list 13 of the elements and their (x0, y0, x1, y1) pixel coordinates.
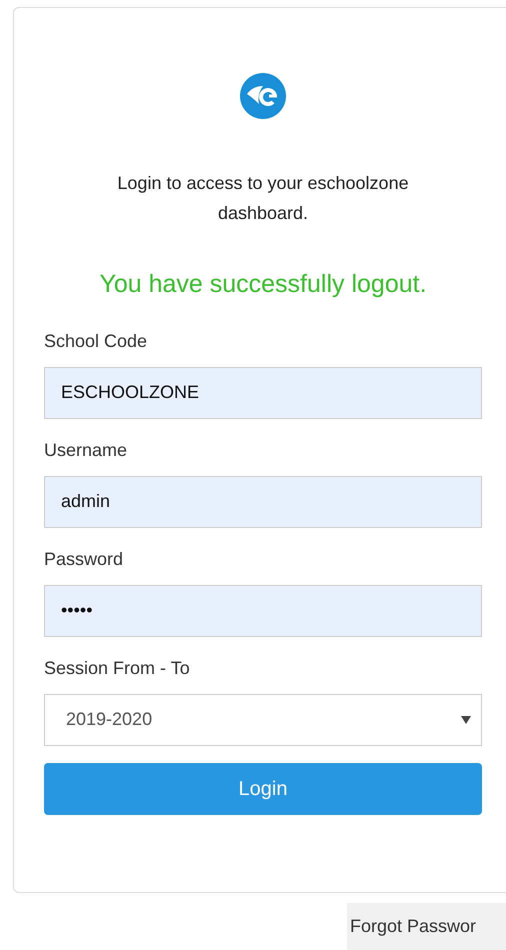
logo-icon (239, 72, 287, 120)
success-message: You have successfully logout. (98, 269, 428, 300)
dropdown-caret-icon (461, 716, 471, 724)
input-field[interactable]: admin (44, 476, 482, 528)
intro-text: Login to access to your eschoolzone dashboard. (116, 172, 410, 225)
session-select[interactable]: 2019-2020 (44, 694, 482, 746)
field-label: Session From - To (44, 656, 191, 680)
field-label: Username (44, 438, 128, 462)
input-field[interactable]: ••••• (44, 584, 482, 636)
field-label: School Code (44, 330, 148, 352)
field-label: Password (44, 548, 124, 570)
input-field[interactable]: ESCHOOLZONE (44, 366, 482, 418)
forgot-password-link[interactable]: Forgot Passwor (347, 903, 506, 950)
